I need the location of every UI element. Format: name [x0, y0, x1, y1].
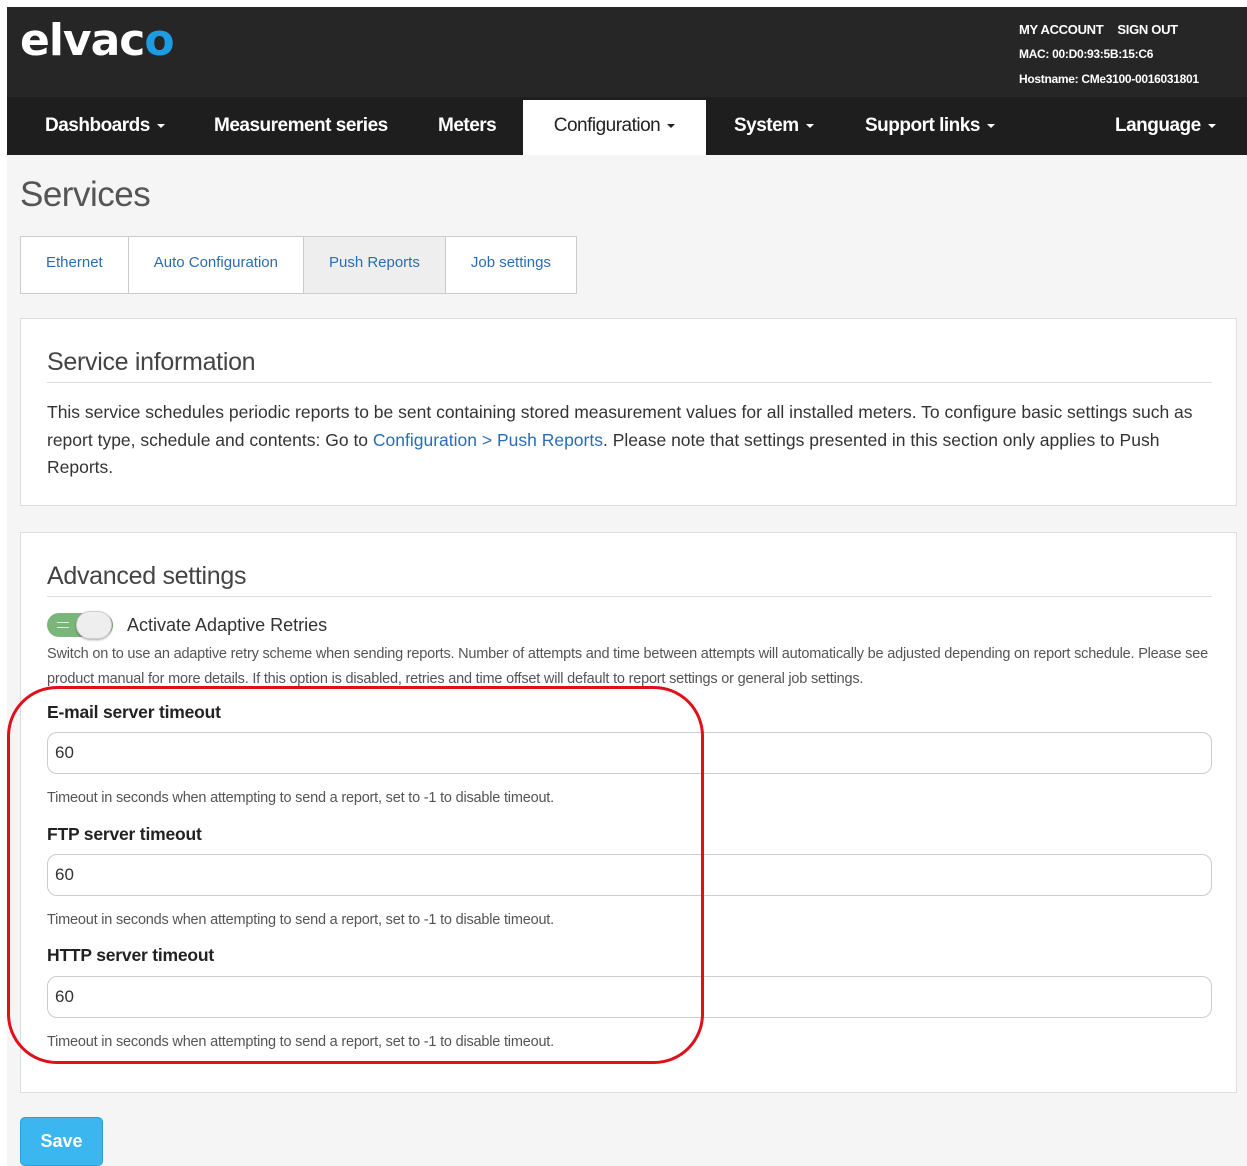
- divider: [47, 382, 1212, 383]
- nav-configuration[interactable]: Configuration: [523, 100, 706, 155]
- save-button[interactable]: Save: [20, 1117, 103, 1166]
- tab-ethernet[interactable]: Ethernet: [21, 237, 129, 293]
- tab-auto-configuration[interactable]: Auto Configuration: [129, 237, 304, 293]
- toggle-knob: [76, 611, 112, 639]
- hostname: Hostname: CMe3100-0016031801: [1019, 72, 1199, 86]
- email-timeout-help: Timeout in seconds when attempting to se…: [47, 790, 554, 806]
- ftp-timeout-label: FTP server timeout: [47, 824, 202, 844]
- nav-support-links[interactable]: Support links: [865, 97, 995, 155]
- email-timeout-label: E-mail server timeout: [47, 702, 221, 722]
- tab-job-settings[interactable]: Job settings: [446, 237, 576, 293]
- adaptive-retries-help: Switch on to use an adaptive retry schem…: [47, 646, 1208, 687]
- app-frame: elvaco MY ACCOUNT SIGN OUT MAC: 00:D0:93:…: [7, 7, 1247, 1166]
- nav-meters[interactable]: Meters: [438, 97, 497, 155]
- service-information-text: This service schedules periodic reports …: [47, 402, 1193, 477]
- services-tabs: Ethernet Auto Configuration Push Reports…: [20, 236, 577, 294]
- nav-dashboards[interactable]: Dashboards: [45, 97, 165, 155]
- adaptive-retries-row: Activate Adaptive Retries: [47, 611, 328, 639]
- nav-measurement-series[interactable]: Measurement series: [214, 97, 388, 155]
- adaptive-retries-toggle[interactable]: [47, 611, 113, 639]
- caret-down-icon: [667, 123, 676, 128]
- http-timeout-help: Timeout in seconds when attempting to se…: [47, 1034, 554, 1050]
- advanced-settings-heading: Advanced settings: [47, 562, 247, 590]
- nav-language[interactable]: Language: [1115, 97, 1216, 155]
- grip-lines-icon: [57, 622, 69, 628]
- caret-down-icon: [805, 123, 814, 128]
- service-information-panel: Service information This service schedul…: [20, 318, 1237, 506]
- header: elvaco MY ACCOUNT SIGN OUT MAC: 00:D0:93:…: [7, 7, 1247, 97]
- tab-push-reports[interactable]: Push Reports: [303, 237, 446, 293]
- page-title: Services: [20, 175, 151, 214]
- elvaco-logo[interactable]: elvaco: [20, 19, 175, 63]
- http-timeout-input[interactable]: [47, 976, 1212, 1018]
- caret-down-icon: [986, 123, 995, 128]
- mac-address: MAC: 00:D0:93:5B:15:C6: [1019, 47, 1154, 61]
- ftp-timeout-input[interactable]: [47, 854, 1212, 896]
- http-timeout-label: HTTP server timeout: [47, 945, 215, 965]
- service-information-heading: Service information: [47, 348, 256, 376]
- email-timeout-input[interactable]: [47, 732, 1212, 774]
- divider: [47, 596, 1212, 597]
- my-account-link[interactable]: MY ACCOUNT: [1019, 22, 1104, 37]
- sign-out-link[interactable]: SIGN OUT: [1117, 22, 1178, 37]
- nav-system[interactable]: System: [734, 97, 814, 155]
- adaptive-retries-label: Activate Adaptive Retries: [127, 614, 328, 635]
- configuration-push-reports-link[interactable]: Configuration > Push Reports: [373, 430, 603, 450]
- caret-down-icon: [156, 123, 165, 128]
- advanced-settings-panel: Advanced settings Activate Adaptive Retr…: [20, 532, 1237, 1093]
- ftp-timeout-help: Timeout in seconds when attempting to se…: [47, 912, 554, 928]
- account-panel: MY ACCOUNT SIGN OUT MAC: 00:D0:93:5B:15:C…: [1019, 17, 1199, 92]
- caret-down-icon: [1207, 123, 1216, 128]
- main-nav: Dashboards Measurement series Meters Con…: [7, 97, 1247, 155]
